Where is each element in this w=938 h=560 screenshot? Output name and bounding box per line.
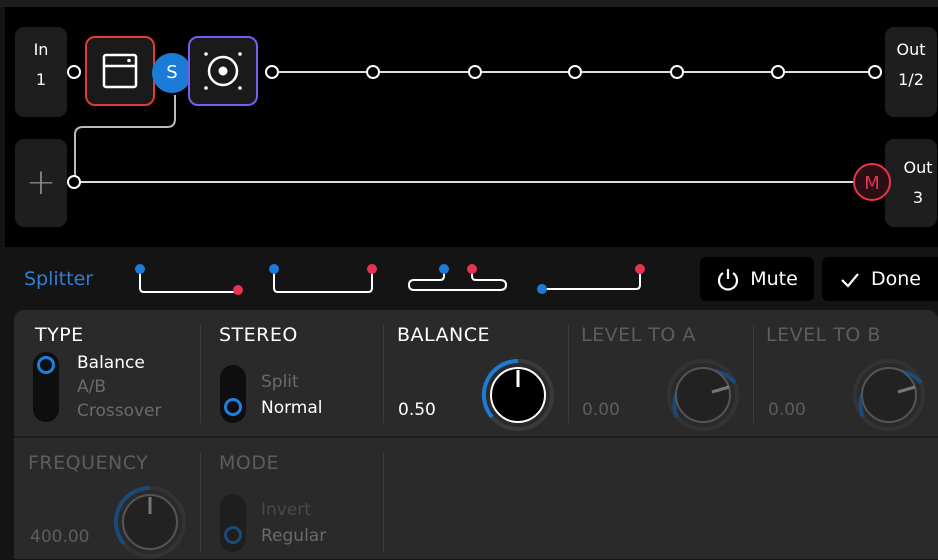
routing-grid: In 1 + Out 1/2 Out 3 S M [5,7,938,247]
sep-3 [568,325,569,423]
output-main-button[interactable]: Out 1/2 [885,27,937,117]
level-a-label: LEVEL TO A [581,324,696,346]
split-type-button-4[interactable] [530,258,656,304]
check-icon [841,273,859,288]
row1-node-5[interactable] [670,65,684,79]
split-type-button-2[interactable] [262,258,388,304]
page-title: Splitter [24,268,94,290]
mute-label: Mute [750,268,798,290]
output-aux-button[interactable]: Out 3 [885,139,937,227]
row1-node-6[interactable] [771,65,785,79]
split-type-button-3[interactable] [402,258,528,304]
stereo-option-normal[interactable]: Normal [261,398,323,418]
row2-node-input[interactable] [67,175,81,189]
sep-6 [383,452,384,552]
mode-label: MODE [219,452,279,474]
balance-knob[interactable] [478,357,558,433]
level-a-knob[interactable] [663,357,743,433]
amp-icon [102,53,138,89]
level-b-label: LEVEL TO B [766,324,881,346]
speaker-block[interactable] [188,36,258,106]
row1-node-1[interactable] [265,65,279,79]
level-a-value: 0.00 [582,400,620,420]
type-option-crossover[interactable]: Crossover [77,401,162,421]
mute-badge[interactable]: M [853,163,891,201]
row1-node-3[interactable] [468,65,482,79]
splitter-badge[interactable]: S [152,53,192,93]
row1-node-input[interactable] [67,65,81,79]
panel-divider [14,436,938,438]
balance-label: BALANCE [397,324,491,346]
row1-node-2[interactable] [366,65,380,79]
mode-selector-knob[interactable] [224,526,242,544]
stereo-option-split[interactable]: Split [261,372,299,392]
output-aux-channel: 3 [912,188,924,207]
row1-node-4[interactable] [568,65,582,79]
top-strip [0,0,938,7]
frequency-label: FREQUENCY [28,452,149,474]
power-icon [718,269,739,291]
type-selector-knob[interactable] [37,356,55,374]
type-option-ab[interactable]: A/B [77,377,106,397]
stereo-label: STEREO [219,324,298,346]
output-aux-label: Out [903,158,933,177]
done-button[interactable]: Done [822,257,938,301]
split-type-button-1[interactable] [130,258,256,304]
level-b-knob[interactable] [849,357,929,433]
frequency-value: 400.00 [30,527,90,547]
done-label: Done [871,268,921,290]
stereo-selector-knob[interactable] [224,398,242,416]
output-main-channel: 1/2 [898,70,924,89]
output-main-label: Out [896,40,926,59]
mode-option-invert[interactable]: Invert [261,500,311,520]
sep-5 [200,452,201,552]
type-label: TYPE [35,324,84,346]
sep-1 [200,325,201,423]
balance-value: 0.50 [398,400,436,420]
sep-2 [383,325,384,423]
type-option-balance[interactable]: Balance [77,353,145,373]
level-b-value: 0.00 [768,400,806,420]
row1-node-7[interactable] [868,65,882,79]
mute-button[interactable]: Mute [700,257,814,301]
frequency-knob[interactable] [110,484,190,560]
mode-option-regular[interactable]: Regular [261,526,326,546]
sep-4 [753,325,754,423]
amp-block[interactable] [85,36,155,106]
speaker-icon [204,52,242,90]
